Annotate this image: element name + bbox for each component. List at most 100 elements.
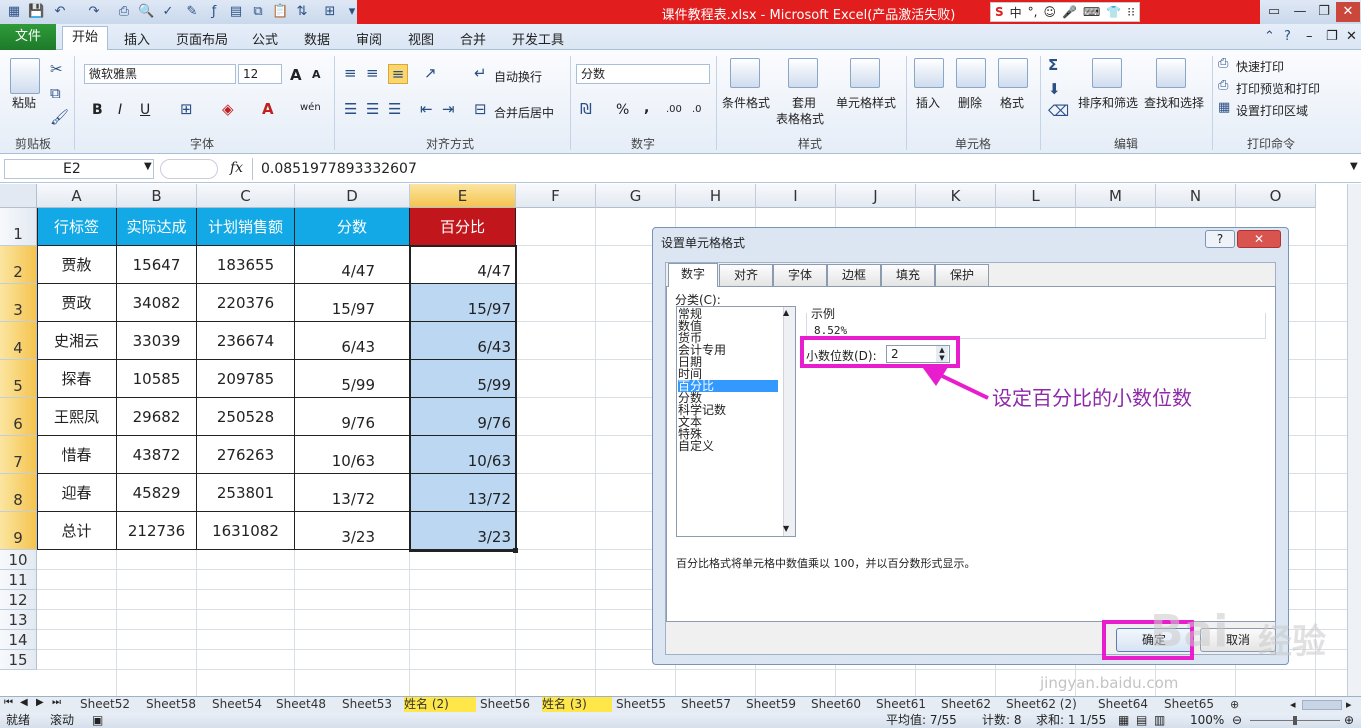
hscroll-thumb[interactable] [1302,700,1342,710]
column-header[interactable]: D [295,184,410,208]
table-cell[interactable]: 史湘云 [37,322,117,360]
sheet-tab[interactable]: Sheet62 [941,697,1002,712]
prev-sheet-icon[interactable]: ◀ [20,697,28,708]
border-icon[interactable]: ⊞ [180,100,193,118]
file-menu[interactable]: 文件 [0,24,56,50]
font-size-select[interactable]: 12 [238,64,282,84]
wrap-text-icon[interactable]: ↵ [474,64,487,82]
doc-close-icon[interactable]: ✕ [1346,29,1357,44]
table-cell[interactable]: 1631082 [197,512,295,550]
table-cell[interactable]: 6/43 [295,322,410,360]
fill-icon[interactable]: ⬇ [1048,80,1061,98]
insert-function-icon[interactable]: fx [230,160,243,176]
table-cell[interactable]: 220376 [197,284,295,322]
sheet-tab[interactable]: Sheet59 [746,697,807,712]
first-sheet-icon[interactable]: ⏮ [4,697,13,708]
column-header[interactable]: C [197,184,295,208]
format-cells-button[interactable]: 格式 [1000,94,1024,111]
ime-toolbar[interactable]: S 中 °, ☺ 🎤 ⌨ 👕 ⁝⁝ [990,2,1140,22]
align-center-icon[interactable]: ☰ [366,100,379,118]
font-color-button[interactable]: A [262,100,274,118]
sheet-tab[interactable]: Sheet62 (2) [1006,697,1094,712]
new-sheet-icon[interactable]: ⊕ [1230,697,1239,712]
table-cell[interactable]: 10585 [117,360,197,398]
column-header[interactable]: I [756,184,836,208]
close-window-icon[interactable]: ✕ [1336,2,1360,22]
sort-filter-icon[interactable] [1092,58,1122,88]
table-cell[interactable]: 王熙凤 [37,398,117,436]
grow-font-button[interactable]: A [290,66,302,84]
phonetic-button[interactable]: wén [300,102,321,113]
form-icon[interactable]: ▤ [228,4,244,20]
dialog-tab-number[interactable]: 数字 [668,263,718,287]
table-cell[interactable]: 贾政 [37,284,117,322]
name-box[interactable]: E2 [4,159,154,179]
cut-icon[interactable]: ✂ [50,60,63,78]
table-header-cell[interactable]: 分数 [295,208,410,246]
row-header[interactable]: 5 [0,360,37,398]
insert-cells-icon[interactable] [914,58,944,88]
sheet-tab[interactable]: 姓名 (3) [542,697,612,712]
sheet-tab[interactable]: Sheet64 [1098,697,1160,712]
find-select-button[interactable]: 查找和选择 [1144,94,1204,111]
redo-icon[interactable]: ↷ [86,4,102,20]
print-area-button[interactable]: 设置打印区域 [1236,102,1308,119]
macro-record-icon[interactable]: ▣ [92,713,103,728]
table-cell[interactable]: 15647 [117,246,197,284]
tab-developer[interactable]: 开发工具 [512,29,564,48]
hscroll-right-icon[interactable]: ▸ [1346,698,1352,711]
row-header[interactable]: 15 [0,650,37,670]
sheet-tab[interactable]: Sheet48 [276,697,338,712]
autosum-icon[interactable]: Σ [1048,56,1058,74]
cell-style-button[interactable]: 单元格样式 [836,94,896,111]
shrink-font-button[interactable]: A [312,68,321,81]
merge-center-button[interactable]: 合并后居中 [494,104,554,121]
column-header[interactable]: J [836,184,916,208]
dialog-close-button[interactable]: ✕ [1237,230,1281,248]
format-painter-icon[interactable]: 🖌 [50,108,69,126]
increase-indent-icon[interactable]: ⇥ [442,100,455,118]
column-header[interactable]: K [916,184,996,208]
formula-resize-handle[interactable] [160,159,218,179]
delete-cells-button[interactable]: 删除 [958,94,982,111]
table-header-cell[interactable]: 计划销售额 [197,208,295,246]
save-icon[interactable]: 💾 [28,4,44,20]
align-left-icon[interactable]: ☰ [344,100,357,118]
sheet-tab[interactable]: 姓名 (2) [404,697,476,712]
dialog-tab-border[interactable]: 边框 [827,264,881,286]
table-cell[interactable]: 9/76 [295,398,410,436]
print-area-icon[interactable]: ▦ [1218,100,1230,115]
row-header[interactable]: 2 [0,246,37,284]
table-cell[interactable]: 15/97 [295,284,410,322]
column-header[interactable]: N [1156,184,1236,208]
function-icon[interactable]: ƒ [206,4,222,20]
dialog-tab-protect[interactable]: 保护 [935,264,989,286]
conditional-format-icon[interactable] [730,58,760,88]
format-table-button-line2[interactable]: 表格格式 [776,110,824,127]
format-table-icon[interactable] [788,58,818,88]
mic-icon[interactable]: 🎤 [1062,5,1077,19]
table-cell[interactable]: 3/23 [295,512,410,550]
format-table-button[interactable]: 套用 [792,94,816,111]
doc-minimize-icon[interactable]: – [1306,29,1313,44]
table-cell[interactable]: 34082 [117,284,197,322]
formula-expand-icon[interactable]: ▼ [1350,161,1358,172]
zoom-out-icon[interactable]: ⊖ [1232,713,1242,728]
fill-color-icon[interactable]: ◈ [222,100,234,118]
restore-icon[interactable]: ❐ [1312,2,1336,22]
increase-decimal-button[interactable]: .00 [666,104,682,115]
table-cell[interactable]: 迎春 [37,474,117,512]
table-cell[interactable]: 33039 [117,322,197,360]
align-middle-icon[interactable]: ≡ [366,64,379,82]
orientation-icon[interactable]: ↗ [424,64,437,82]
table-header-cell[interactable]: 实际达成 [117,208,197,246]
shirt-icon[interactable]: 👕 [1106,5,1121,19]
clear-icon[interactable]: ⌫ [1048,102,1069,120]
collapse-icon[interactable]: ▭ [1262,2,1286,22]
table-cell[interactable]: 29682 [117,398,197,436]
normal-view-icon[interactable]: ▦ [1118,713,1129,728]
row-header[interactable]: 10 [0,550,37,570]
next-sheet-icon[interactable]: ▶ [36,697,44,708]
name-box-dropdown-icon[interactable]: ▼ [144,161,152,172]
tab-view[interactable]: 视图 [408,29,434,48]
